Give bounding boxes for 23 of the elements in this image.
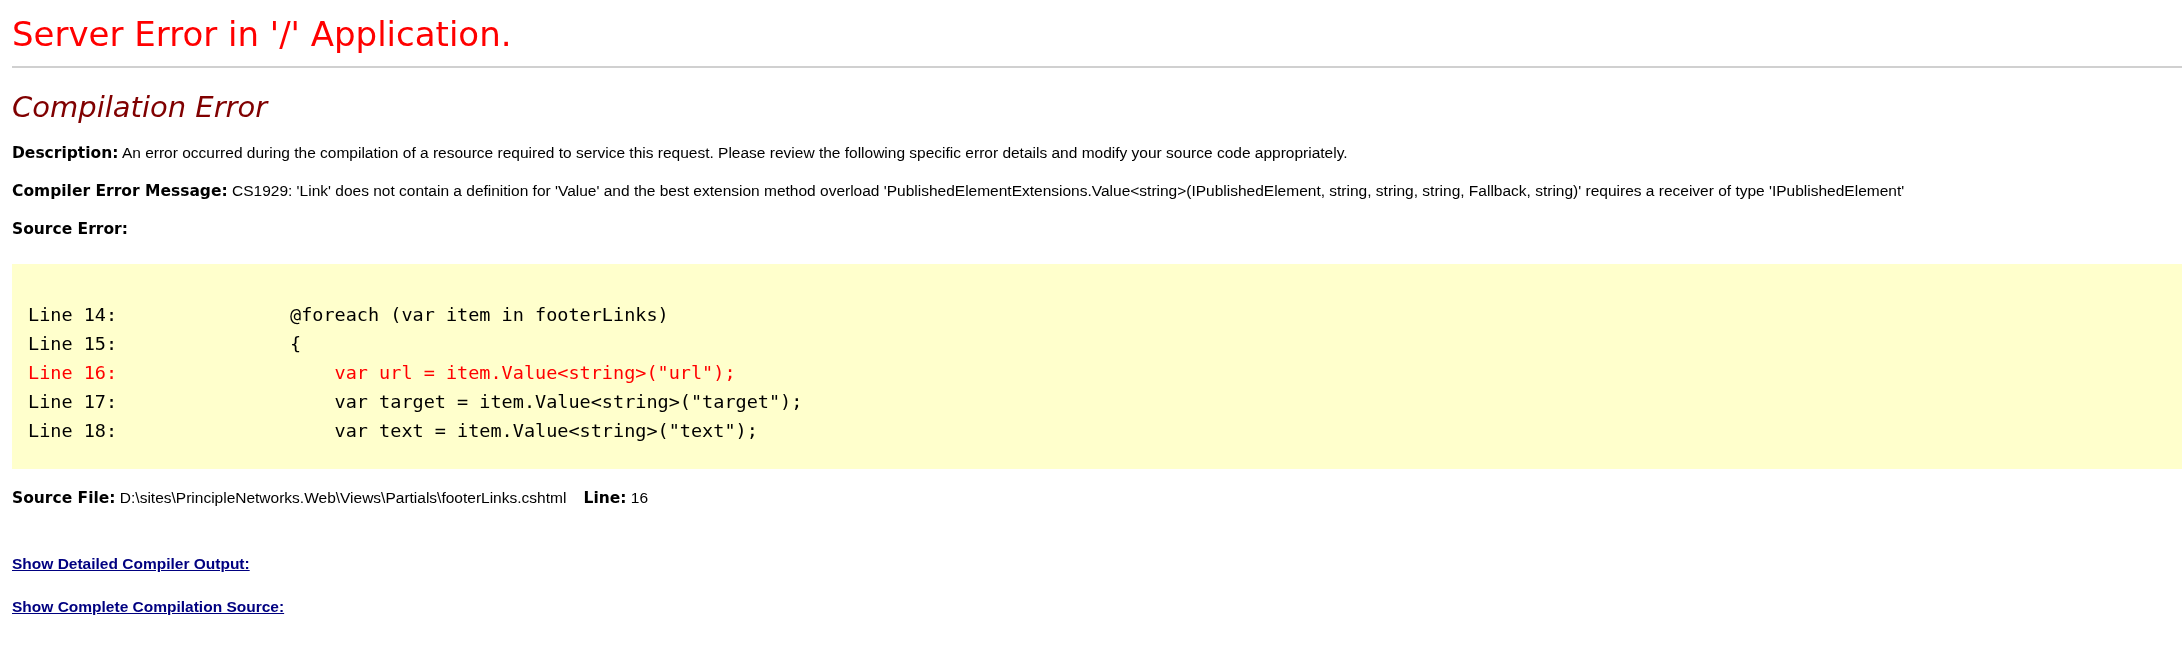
field-value: 16: [630, 489, 649, 506]
code-line: var target = item.Value<string>("target");: [333, 390, 803, 414]
field-label: Source File:: [12, 489, 116, 507]
field-value: CS1929: 'Link' does not contain a definition for 'Value' and the best extension method overload 'PublishedElementExtensions.Value<string>(IPublishedElement, string, string, string, Fallback, string)' requires a receiver of type 'IPublishedElement': [232, 182, 1905, 199]
code-line: {: [290, 332, 302, 356]
expand-link[interactable]: Show Detailed Compiler Output:: [12, 555, 250, 573]
line-number: Line 14:: [28, 303, 119, 327]
page-title: Server Error in '/' Application.: [12, 13, 512, 56]
expand-link[interactable]: Show Complete Compilation Source:: [12, 598, 285, 616]
error-heading: Compilation Error: [12, 89, 268, 124]
code-line: @foreach (var item in footerLinks): [290, 303, 669, 327]
line-number: Line 16:: [28, 361, 119, 385]
field-value: D:\sites\PrincipleNetworks.Web\Views\Partials\footerLinks.cshtml: [119, 489, 567, 506]
field-label: Compiler Error Message:: [12, 182, 228, 200]
code-line: var text = item.Value<string>("text");: [333, 419, 758, 443]
field-label: Source Error:: [12, 220, 128, 238]
line-number: Line 18:: [28, 419, 119, 443]
line-number: Line 17:: [28, 390, 119, 414]
code-line: var url = item.Value<string>("url");: [333, 361, 736, 385]
field-label: Line:: [583, 489, 627, 507]
field-value: An error occurred during the compilation of a resource required to service this request. Please review the following specific error details and modify your source code appropriately.: [121, 144, 1348, 161]
line-number: Line 15:: [28, 332, 119, 356]
field-label: Description:: [12, 144, 119, 162]
